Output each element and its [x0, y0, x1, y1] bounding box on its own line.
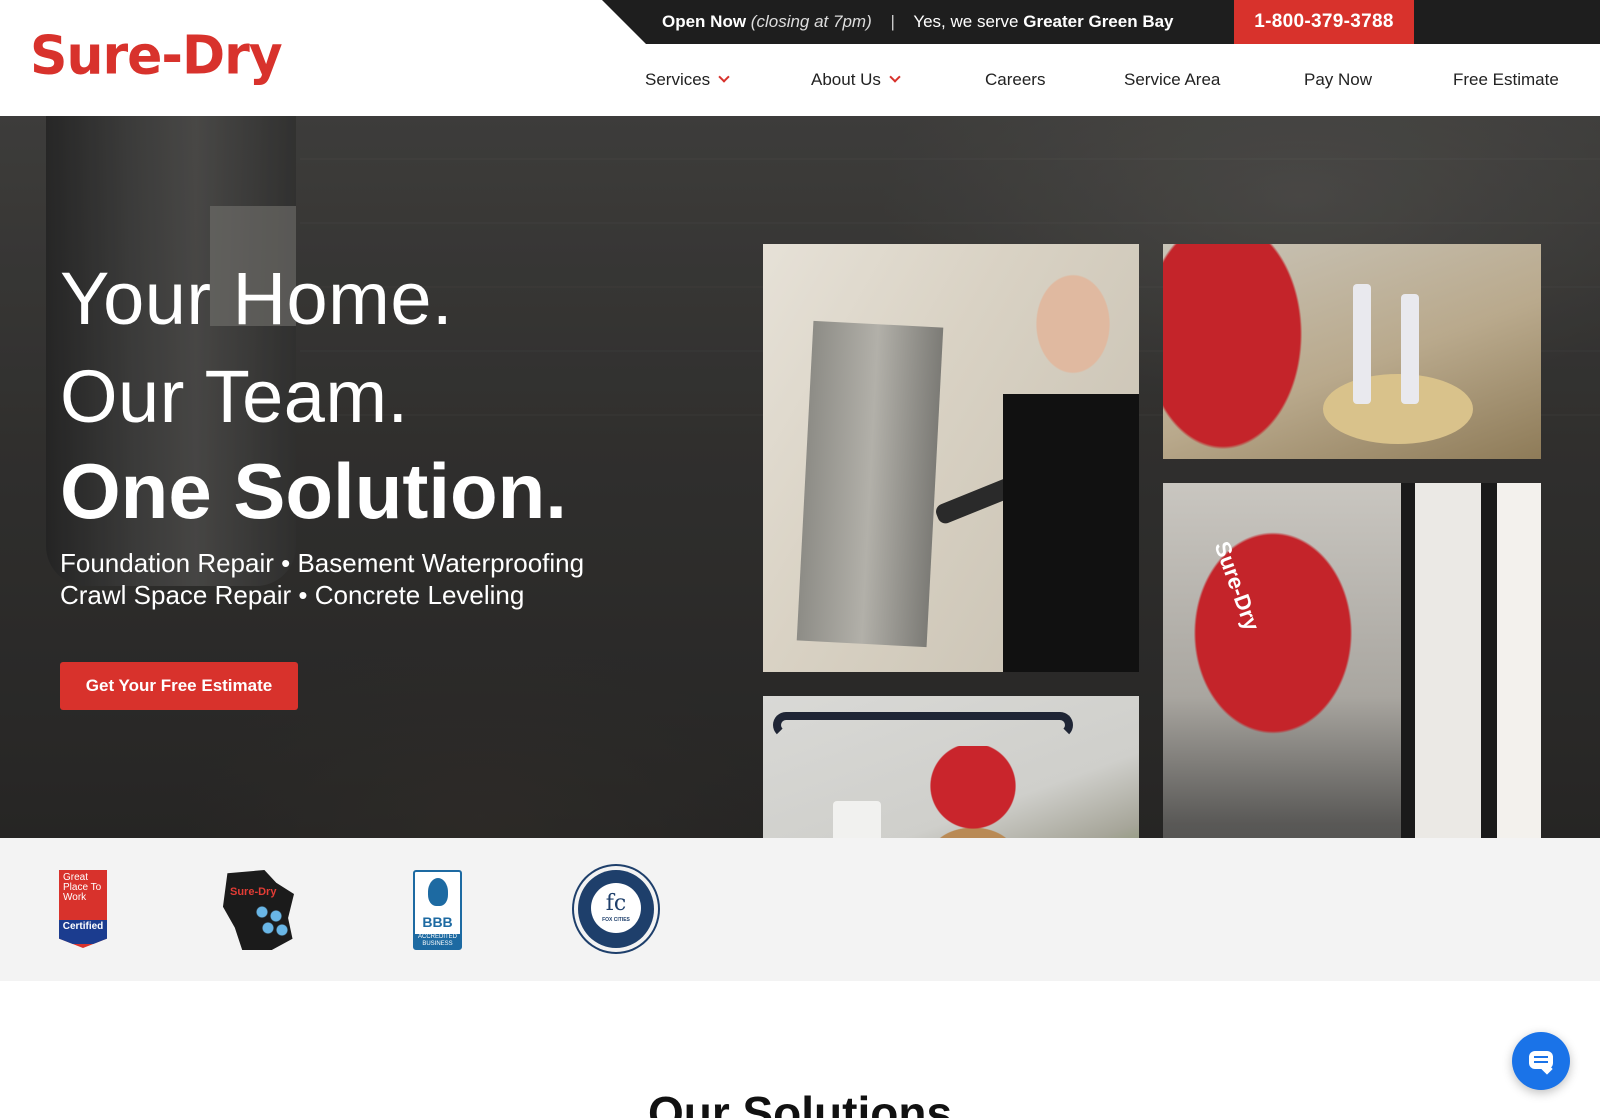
- bbb-accredited-text: ACCREDITED BUSINESS: [415, 934, 460, 948]
- technician: [1163, 244, 1323, 459]
- sump-basin: [1323, 374, 1473, 444]
- wall-anchor-plate: [796, 320, 944, 648]
- fc-sub-text: FOX CITIES: [602, 917, 630, 923]
- top-info-bar: Open Now (closing at 7pm) | Yes, we serv…: [602, 0, 1600, 44]
- main-nav: Services About Us Careers Service Area P…: [0, 60, 1600, 100]
- sump-pipe: [1353, 284, 1371, 404]
- free-estimate-cta-button[interactable]: Get Your Free Estimate: [60, 662, 298, 710]
- nav-item-about-us[interactable]: About Us: [811, 60, 901, 100]
- leveling-hose: [773, 712, 1073, 738]
- chevron-down-icon: [889, 71, 901, 83]
- nav-item-careers[interactable]: Careers: [985, 60, 1045, 100]
- chat-bubble-icon: [1529, 1051, 1553, 1069]
- solutions-heading: Our Solutions: [647, 1087, 953, 1118]
- nav-item-pay-now[interactable]: Pay Now: [1304, 60, 1372, 100]
- great-place-to-work-badge: Great Place To Work Certified: [59, 870, 107, 948]
- bbb-torch-icon: [428, 878, 448, 906]
- hero-heading-line-3: One Solution.: [60, 447, 567, 535]
- wi-badge-dots: [256, 906, 288, 936]
- site-header: Sure-Dry Open Now (closing at 7pm) | Yes…: [0, 0, 1600, 116]
- technician: [1003, 244, 1139, 672]
- nav-label-about-us: About Us: [811, 70, 881, 89]
- topbar-separator: |: [890, 12, 895, 31]
- hero-services-line-2: Crawl Space Repair • Concrete Leveling: [60, 580, 525, 610]
- wi-badge-brand: Sure-Dry: [230, 886, 277, 898]
- serve-area: Greater Green Bay: [1023, 12, 1174, 31]
- fc-logo-text: fc: [605, 891, 627, 916]
- bbb-text: BBB: [422, 914, 453, 930]
- hero-heading-line-2: Our Team.: [60, 355, 409, 438]
- gptw-certified: Certified: [59, 920, 107, 944]
- nav-item-free-estimate[interactable]: Free Estimate: [1453, 60, 1559, 100]
- bbb-accredited-badge[interactable]: BBB ACCREDITED BUSINESS: [413, 870, 462, 950]
- nav-item-services[interactable]: Services: [645, 60, 730, 100]
- sump-pipe: [1401, 294, 1419, 404]
- phone-button[interactable]: 1-800-379-3788: [1234, 0, 1414, 44]
- chevron-down-icon: [718, 71, 730, 83]
- hero-heading-line-1: Your Home.: [60, 257, 454, 340]
- closing-hours: (closing at 7pm): [750, 12, 872, 31]
- fc-badge-center: fc FOX CITIES: [591, 883, 641, 933]
- gptw-text: Great Place To Work: [63, 872, 102, 903]
- fox-cities-award-badge: fc FOX CITIES: [578, 870, 654, 948]
- chat-button[interactable]: [1512, 1032, 1570, 1090]
- top-info-text: Open Now (closing at 7pm) | Yes, we serv…: [662, 0, 1174, 44]
- nav-label-services: Services: [645, 70, 711, 89]
- photo-foundation-repair: [763, 244, 1139, 672]
- technician: [1163, 493, 1403, 763]
- hero-services-line-1: Foundation Repair • Basement Waterproofi…: [60, 548, 585, 578]
- photo-sump-pump: [1163, 244, 1541, 459]
- open-status: Open Now: [662, 12, 747, 31]
- nav-item-service-area[interactable]: Service Area: [1124, 60, 1220, 100]
- serve-prefix: Yes, we serve: [913, 12, 1019, 31]
